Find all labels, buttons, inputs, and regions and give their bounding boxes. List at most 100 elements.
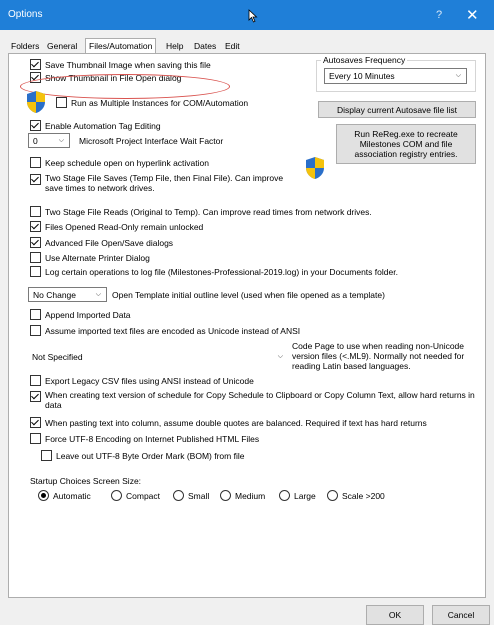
option-assume-unicode[interactable]: Assume imported text files are encoded a…	[30, 325, 300, 336]
checkbox[interactable]	[30, 237, 41, 248]
option-log-operations[interactable]: Log certain operations to log file (Mile…	[30, 266, 398, 277]
option-pasting-text[interactable]: When pasting text into column, assume do…	[30, 417, 427, 428]
option-save-thumbnail[interactable]: Save Thumbnail Image when saving this fi…	[30, 59, 211, 70]
radio-label: Automatic	[53, 490, 91, 501]
group-legend: Autosaves Frequency	[321, 55, 408, 65]
option-export-legacy-csv[interactable]: Export Legacy CSV files using ANSI inste…	[30, 375, 254, 386]
option-label: When creating text version of schedule f…	[45, 390, 475, 410]
wait-factor-value: 0	[33, 135, 38, 146]
chevron-down-icon: ⌵	[277, 352, 283, 360]
highlight-annotation	[20, 74, 230, 99]
display-autosave-list-button[interactable]: Display current Autosave file list	[318, 101, 476, 118]
radio-small[interactable]: Small	[173, 490, 209, 501]
option-label: Save Thumbnail Image when saving this fi…	[45, 59, 211, 70]
option-label: Enable Automation Tag Editing	[45, 120, 161, 131]
radio-compact[interactable]: Compact	[111, 490, 160, 501]
radio-label: Compact	[126, 490, 161, 501]
checkbox[interactable]	[30, 206, 41, 217]
checkbox[interactable]	[30, 59, 41, 70]
chevron-down-icon: ⌵	[58, 136, 64, 144]
checkbox[interactable]	[30, 417, 41, 428]
option-label: Two Stage File Reads (Original to Temp).…	[45, 206, 372, 217]
code-page-select[interactable]: Not Specified ⌵	[28, 349, 286, 364]
option-label: Run as Multiple Instances for COM/Automa…	[71, 97, 249, 108]
template-level-value: No Change	[33, 289, 77, 300]
checkbox[interactable]	[30, 174, 41, 185]
option-append-imported[interactable]: Append Imported Data	[30, 309, 131, 320]
checkbox[interactable]	[30, 266, 41, 277]
radio-button[interactable]	[173, 490, 184, 501]
option-copy-schedule[interactable]: When creating text version of schedule f…	[30, 390, 488, 410]
option-leave-out-bom[interactable]: Leave out UTF-8 Byte Order Mark (BOM) fr…	[41, 450, 244, 461]
option-keep-schedule-open[interactable]: Keep schedule open on hyperlink activati…	[30, 157, 209, 168]
tab-general[interactable]: General	[44, 40, 80, 53]
button-label: Cancel	[447, 610, 475, 620]
checkbox[interactable]	[30, 309, 41, 320]
tab-help[interactable]: Help	[163, 40, 186, 53]
radio-scale-200[interactable]: Scale >200	[327, 490, 385, 501]
option-two-stage-saves[interactable]: Two Stage File Saves (Temp File, then Fi…	[30, 173, 290, 193]
mouse-cursor-icon	[248, 9, 258, 23]
checkbox[interactable]	[30, 252, 41, 263]
radio-label: Large	[294, 490, 316, 501]
checkbox[interactable]	[30, 221, 41, 232]
checkbox[interactable]	[30, 433, 41, 444]
autosave-frequency-select[interactable]: Every 10 Minutes ⌵	[324, 68, 467, 84]
tab-dates[interactable]: Dates	[191, 40, 219, 53]
radio-button[interactable]	[327, 490, 338, 501]
button-label: Display current Autosave file list	[337, 104, 457, 115]
option-automation-tag[interactable]: Enable Automation Tag Editing	[30, 120, 161, 131]
option-label: Keep schedule open on hyperlink activati…	[45, 157, 209, 168]
ok-button[interactable]: OK	[366, 605, 424, 625]
checkbox[interactable]	[56, 97, 67, 108]
title-bar: Options ? ✕	[0, 0, 494, 30]
code-page-value: Not Specified	[32, 351, 83, 362]
button-label: Run ReReg.exe to recreate Milestones COM…	[354, 129, 458, 159]
autosave-frequency-value: Every 10 Minutes	[329, 71, 395, 81]
option-label: Log certain operations to log file (Mile…	[45, 266, 398, 277]
option-force-utf8[interactable]: Force UTF-8 Encoding on Internet Publish…	[30, 433, 259, 444]
radio-button[interactable]	[220, 490, 231, 501]
checkbox[interactable]	[30, 120, 41, 131]
wait-factor-label: Microsoft Project Interface Wait Factor	[79, 136, 223, 146]
help-button[interactable]: ?	[436, 9, 442, 21]
radio-label: Medium	[235, 490, 266, 501]
radio-button[interactable]	[38, 490, 49, 501]
template-level-label: Open Template initial outline level (use…	[112, 290, 385, 300]
rereg-button[interactable]: Run ReReg.exe to recreate Milestones COM…	[336, 124, 476, 164]
radio-automatic[interactable]: Automatic	[38, 490, 91, 501]
label: Code Page to use when reading non-Unicod…	[292, 341, 465, 371]
radio-label: Small	[188, 490, 210, 501]
option-label: Advanced File Open/Save dialogs	[45, 237, 174, 248]
window-title: Options	[8, 9, 43, 20]
checkbox[interactable]	[30, 391, 41, 402]
option-label: Append Imported Data	[45, 309, 131, 320]
radio-button[interactable]	[279, 490, 290, 501]
option-alternate-printer[interactable]: Use Alternate Printer Dialog	[30, 252, 150, 263]
option-label: Use Alternate Printer Dialog	[45, 252, 150, 263]
cancel-button[interactable]: Cancel	[432, 605, 490, 625]
radio-button[interactable]	[111, 490, 122, 501]
uac-shield-icon	[27, 91, 45, 113]
tab-edit[interactable]: Edit	[222, 40, 243, 53]
radio-medium[interactable]: Medium	[220, 490, 265, 501]
option-advanced-dialogs[interactable]: Advanced File Open/Save dialogs	[30, 237, 173, 248]
tab-folders[interactable]: Folders	[8, 40, 42, 53]
checkbox[interactable]	[30, 325, 41, 336]
option-multiple-instances[interactable]: Run as Multiple Instances for COM/Automa…	[56, 97, 248, 108]
option-label: Export Legacy CSV files using ANSI inste…	[45, 375, 254, 386]
checkbox[interactable]	[30, 375, 41, 386]
checkbox[interactable]	[30, 157, 41, 168]
close-button[interactable]: ✕	[466, 6, 479, 24]
chevron-down-icon: ⌵	[455, 72, 461, 79]
option-label: When pasting text into column, assume do…	[45, 417, 427, 428]
radio-large[interactable]: Large	[279, 490, 316, 501]
radio-label: Scale >200	[342, 490, 385, 501]
template-level-select[interactable]: No Change ⌵	[28, 287, 107, 302]
option-readonly-unlocked[interactable]: Files Opened Read-Only remain unlocked	[30, 221, 203, 232]
wait-factor-select[interactable]: 0 ⌵	[28, 133, 70, 148]
checkbox[interactable]	[41, 450, 52, 461]
uac-shield-icon	[306, 157, 324, 179]
label: Startup Choices Screen Size:	[30, 476, 142, 486]
option-two-stage-reads[interactable]: Two Stage File Reads (Original to Temp).…	[30, 206, 372, 217]
